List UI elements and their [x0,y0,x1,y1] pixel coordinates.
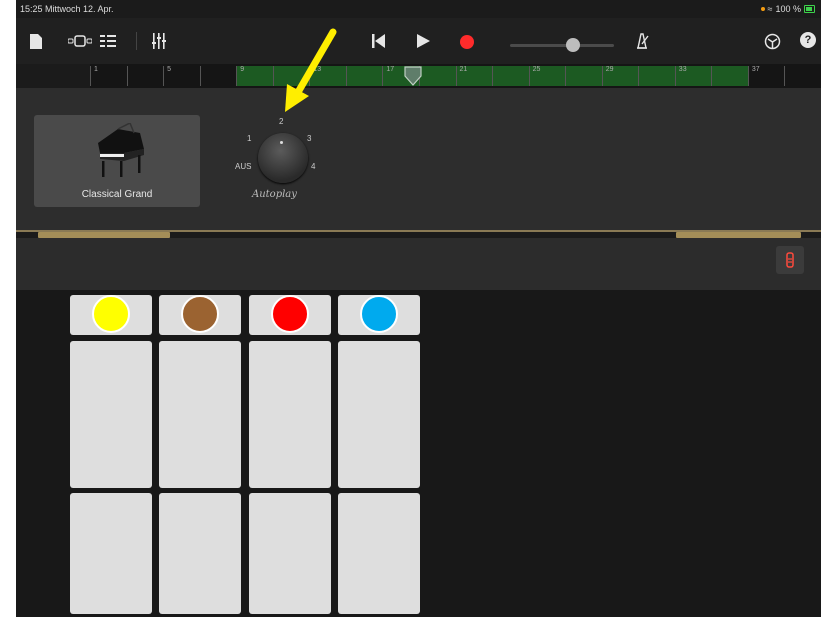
timeline-ruler[interactable]: 1 5 9 13 17 21 25 29 33 37 [90,64,821,88]
volume-slider-knob[interactable] [566,38,580,52]
ruler-bar-label: 29 [605,66,614,73]
ruler-bar-label: 9 [240,66,245,73]
chord-pad-col3-row3[interactable] [249,493,331,614]
ruler-bar-29[interactable]: 29 [601,66,640,86]
battery-icon [804,5,815,13]
track-area: Classical Grand [16,88,821,230]
ruler-subdivision[interactable] [418,66,457,86]
ruler-bar-25[interactable]: 25 [528,66,567,86]
play-icon[interactable] [417,34,430,48]
ruler-subdivision[interactable] [784,66,821,86]
status-bar: 15:25 Mittwoch 12. Apr. ≈ 100 % [16,0,821,18]
ruler-subdivision[interactable] [638,66,676,86]
help-icon[interactable]: ? [800,32,816,48]
ruler-subdivision[interactable] [492,66,530,86]
chord-pad-col2-row3[interactable] [159,493,241,614]
chord-pad-col1-row2[interactable] [70,341,152,488]
ruler-bar-label: 37 [751,66,760,73]
grand-piano-icon [98,123,144,177]
ruler-subdivision[interactable] [126,66,165,86]
chord-strips-area [16,290,821,617]
toolbar-separator [136,32,137,50]
mixer-icon[interactable] [152,33,166,49]
annotation-arrow-icon [285,28,337,112]
autoplay-position-3[interactable]: 3 [307,134,311,143]
autoplay-label: Autoplay [252,189,297,200]
status-indicators: ≈ 100 % [760,4,815,14]
color-marker-icon [271,295,309,333]
color-marker-icon [92,295,130,333]
wifi-icon: ≈ [767,4,773,14]
chord-pad-col1-row3[interactable] [70,493,152,614]
autoplay-knob[interactable] [258,133,308,183]
battery-label: 100 % [775,4,801,14]
ruler-bar-1[interactable]: 1 [90,66,128,86]
ruler-bar-label: 25 [532,66,541,73]
ruler-subdivision[interactable] [345,66,384,86]
ruler-bar-label: 21 [459,66,468,73]
remote-icon [786,252,794,268]
controls-strip [16,238,821,290]
ruler-bar-33[interactable]: 33 [674,66,713,86]
record-button[interactable] [460,35,474,49]
status-time: 15:25 Mittwoch 12. Apr. [20,4,114,14]
view-tracks-icon[interactable] [68,35,92,47]
ruler-bar-label: 5 [167,66,171,73]
ruler-bar-label: 33 [678,66,687,73]
instrument-selector[interactable]: Classical Grand [34,115,200,207]
rewind-icon[interactable] [372,34,386,48]
volume-slider-track[interactable] [510,44,614,47]
autoplay-position-4[interactable]: 4 [311,162,315,171]
metronome-icon[interactable] [634,33,650,49]
color-marker-icon [181,295,219,333]
chord-pad-col2-row2[interactable] [159,341,241,488]
ruler-subdivision[interactable] [199,66,238,86]
ruler-subdivision[interactable] [565,66,603,86]
chord-pad-col4-row3[interactable] [338,493,420,614]
settings-icon[interactable] [764,33,781,50]
autoplay-position-1[interactable]: 1 [247,134,251,143]
ruler-bar-9[interactable]: 9 [236,66,274,86]
remote-control-button[interactable] [776,246,804,274]
chord-pad-col3-row2[interactable] [249,341,331,488]
chord-pad-col4-row2[interactable] [338,341,420,488]
ruler-bar-label: 1 [94,66,98,73]
playhead-icon[interactable] [404,66,422,86]
color-marker-icon [360,295,398,333]
garageband-screen: 15:25 Mittwoch 12. Apr. ≈ 100 % ? 1 5 9 13 1… [16,0,821,617]
autoplay-knob-indicator [280,141,283,144]
ruler-bar-5[interactable]: 5 [163,66,201,86]
autoplay-position-off[interactable]: AUS [235,162,251,171]
track-list-icon[interactable] [100,35,116,47]
privacy-indicator-icon [760,7,765,11]
document-icon[interactable] [30,34,42,49]
ruler-bar-21[interactable]: 21 [455,66,494,86]
ruler-subdivision[interactable] [711,66,749,86]
autoplay-position-2[interactable]: 2 [279,117,283,126]
toolbar: ? [16,18,821,64]
ruler-bar-label: 17 [386,66,395,73]
ruler-bar-37[interactable]: 37 [747,66,786,86]
instrument-name: Classical Grand [81,189,153,200]
